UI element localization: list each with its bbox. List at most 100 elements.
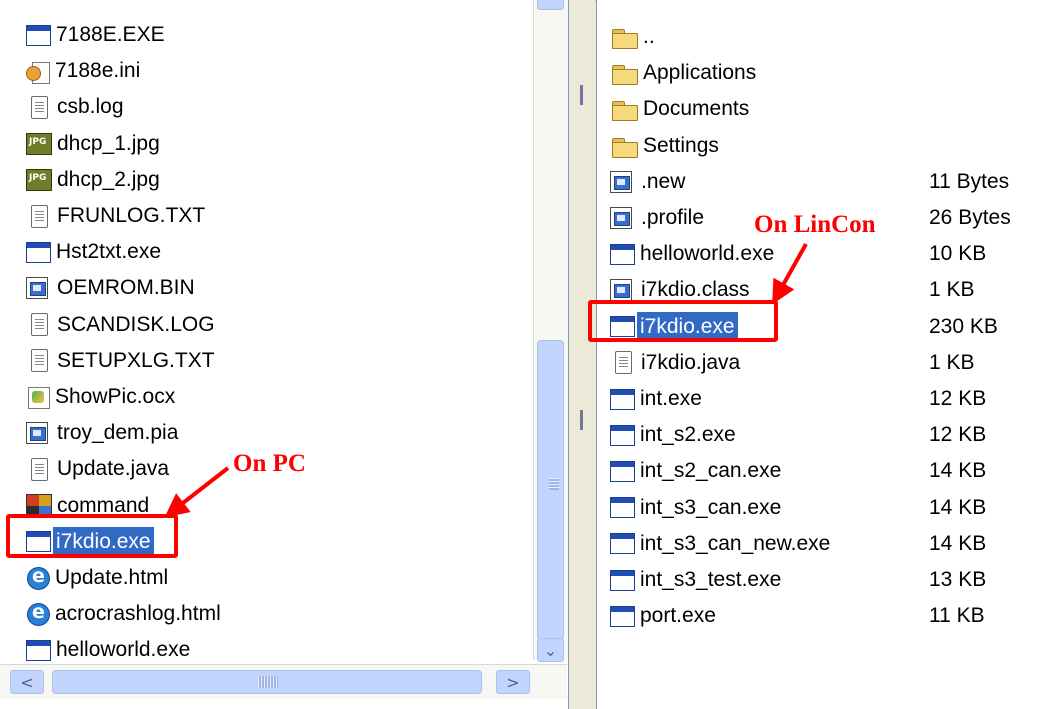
folder-icon	[610, 135, 638, 158]
file-size: 10 KB	[929, 242, 987, 266]
exe-icon	[26, 241, 51, 263]
pc-file-list[interactable]: 7188E.EXE 7188e.ini csb.log JPG dhcp_1.jpg JP…	[0, 0, 569, 709]
exe-icon	[610, 497, 635, 519]
file-row[interactable]: acrocrashlog.html	[26, 597, 224, 631]
file-row[interactable]: .profile	[610, 201, 707, 235]
file-name: int_s3_test.exe	[640, 568, 782, 591]
file-size: 11 KB	[929, 604, 985, 628]
file-size: 1 KB	[929, 350, 975, 374]
file-row[interactable]: int_s3_test.exe	[610, 563, 784, 597]
pane-splitter[interactable]	[569, 0, 595, 709]
file-name: dhcp_1.jpg	[57, 131, 160, 155]
file-size: 12 KB	[929, 387, 987, 410]
file-name: Hst2txt.exe	[56, 240, 162, 264]
file-row[interactable]: Update.html	[26, 561, 171, 595]
folder-row[interactable]: Applications	[610, 56, 759, 90]
file-row[interactable]: JPG dhcp_1.jpg	[26, 127, 163, 161]
exe-icon	[610, 424, 635, 446]
file-name: i7kdio.java	[641, 350, 741, 374]
exe-icon	[610, 569, 635, 591]
file-name: port.exe	[640, 604, 716, 628]
scroll-up-button[interactable]	[537, 0, 564, 10]
file-size: 11 Bytes	[929, 169, 1010, 193]
folder-row[interactable]: Settings	[610, 129, 722, 163]
scroll-down-button[interactable]: ⌄	[537, 638, 564, 662]
file-name: SETUPXLG.TXT	[57, 348, 215, 372]
jpg-icon: JPG	[26, 132, 52, 155]
bin-icon	[610, 170, 632, 193]
file-row[interactable]: csb.log	[26, 90, 127, 124]
lincon-file-highlight-box	[588, 300, 778, 342]
file-row[interactable]: 7188e.ini	[26, 54, 143, 88]
file-name: Documents	[643, 97, 750, 121]
file-name: SCANDISK.LOG	[57, 312, 215, 336]
scroll-grip-icon	[549, 478, 559, 490]
file-name: acrocrashlog.html	[55, 602, 221, 626]
file-row[interactable]: int_s2.exe	[610, 418, 739, 452]
file-row[interactable]: troy_dem.pia	[26, 416, 181, 450]
file-name: Settings	[643, 133, 719, 157]
vertical-scroll-thumb[interactable]	[537, 340, 564, 640]
exe-icon	[610, 243, 635, 265]
text-file-icon	[31, 457, 48, 481]
bin-icon	[26, 277, 48, 300]
lincon-file-list[interactable]: .. Applications Documents Settings .new 11 By…	[596, 0, 1041, 709]
file-size: 14 KB	[929, 495, 987, 519]
exe-icon	[610, 388, 635, 410]
file-row[interactable]: int_s2_can.exe	[610, 454, 784, 488]
scroll-right-button[interactable]: >	[496, 670, 530, 694]
file-name: FRUNLOG.TXT	[57, 204, 206, 227]
file-row[interactable]: helloworld.exe	[610, 237, 777, 271]
chevron-right-icon: >	[506, 672, 520, 692]
file-size: 14 KB	[929, 459, 987, 483]
file-name: int_s3_can_new.exe	[640, 531, 831, 555]
file-name: dhcp_2.jpg	[57, 167, 160, 191]
file-size: 13 KB	[929, 568, 987, 591]
folder-row[interactable]: Documents	[610, 92, 752, 126]
pia-icon	[26, 422, 48, 445]
file-name: int_s2_can.exe	[640, 459, 782, 483]
html-icon	[26, 601, 50, 627]
file-name: 7188e.ini	[55, 59, 141, 83]
file-row[interactable]: 7188E.EXE	[26, 18, 168, 52]
exe-icon	[26, 24, 51, 46]
file-row[interactable]: int_s3_can_new.exe	[610, 527, 833, 561]
jpg-icon: JPG	[26, 168, 52, 191]
text-file-icon	[615, 351, 632, 375]
file-row[interactable]: .new	[610, 165, 688, 199]
file-size: 230 KB	[929, 314, 998, 338]
file-row[interactable]: SCANDISK.LOG	[26, 308, 218, 342]
bin-icon	[610, 207, 632, 229]
file-name: helloworld.exe	[56, 638, 191, 662]
file-row[interactable]: ShowPic.ocx	[26, 380, 178, 414]
file-name: csb.log	[57, 95, 124, 119]
exe-icon	[610, 605, 635, 627]
text-file-icon	[31, 349, 48, 373]
scroll-left-button[interactable]: <	[10, 670, 44, 694]
folder-row[interactable]: ..	[610, 20, 658, 54]
exe-icon	[610, 533, 635, 555]
file-name: ..	[643, 25, 655, 48]
file-name: troy_dem.pia	[57, 421, 179, 445]
file-name: OEMROM.BIN	[57, 276, 195, 300]
file-row[interactable]: helloworld.exe	[26, 633, 193, 667]
file-size: 12 KB	[929, 423, 987, 447]
file-row[interactable]: FRUNLOG.TXT	[26, 199, 208, 233]
exe-icon	[26, 639, 51, 661]
file-name: helloworld.exe	[640, 242, 775, 266]
text-file-icon	[31, 204, 48, 228]
file-row[interactable]: Hst2txt.exe	[26, 235, 164, 269]
file-row[interactable]: Update.java	[26, 452, 172, 486]
file-row[interactable]: OEMROM.BIN	[26, 271, 198, 305]
on-pc-annotation: On PC	[233, 450, 306, 477]
file-row[interactable]: int_s3_can.exe	[610, 491, 784, 525]
folder-icon	[610, 62, 638, 86]
file-row[interactable]: i7kdio.java	[610, 346, 743, 380]
file-row[interactable]: port.exe	[610, 599, 719, 633]
file-row[interactable]: SETUPXLG.TXT	[26, 344, 218, 378]
file-name: 7188E.EXE	[56, 23, 165, 46]
scroll-grip-icon	[258, 676, 278, 688]
file-row[interactable]: JPG dhcp_2.jpg	[26, 163, 163, 197]
chevron-left-icon: <	[20, 672, 34, 692]
file-row[interactable]: int.exe	[610, 382, 705, 416]
